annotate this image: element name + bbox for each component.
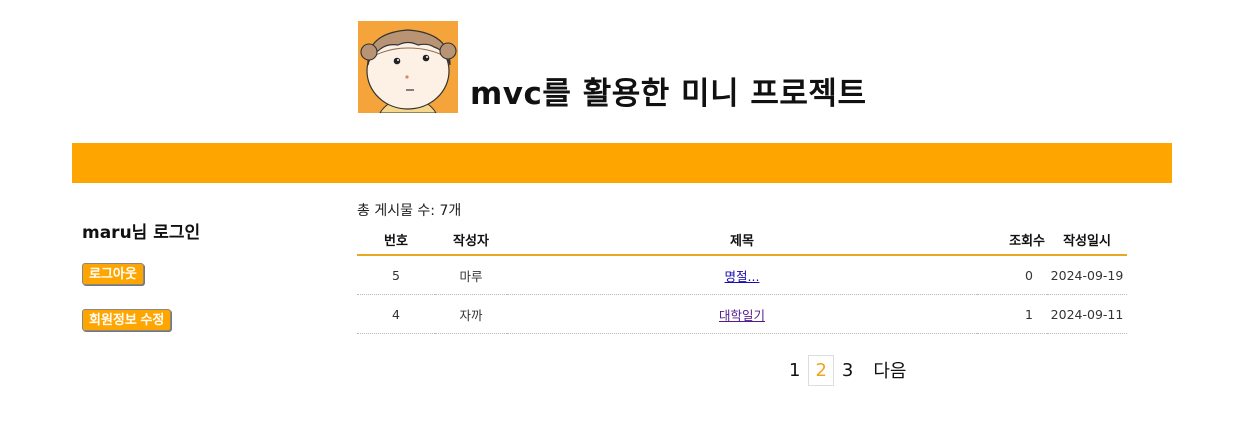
row-writer: 마루 bbox=[435, 255, 507, 295]
row-number: 4 bbox=[357, 294, 435, 334]
table-row: 4 자까 대학일기 1 2024-09-11 bbox=[357, 294, 1127, 334]
table-header-row: 번호 작성자 제목 조회수 작성일시 bbox=[357, 224, 1127, 256]
next-page-link[interactable]: 다음 bbox=[867, 357, 912, 383]
row-number: 5 bbox=[357, 255, 435, 295]
post-table: 번호 작성자 제목 조회수 작성일시 5 마루 명절... 0 2024-09-… bbox=[357, 224, 1127, 334]
page-link-1[interactable]: 1 bbox=[783, 360, 806, 381]
pagination: 1 2 3 다음 bbox=[783, 354, 912, 386]
post-title-link[interactable]: 대학일기 bbox=[719, 308, 765, 323]
row-writer: 자까 bbox=[435, 294, 507, 334]
column-header-title: 제목 bbox=[507, 224, 977, 256]
edit-profile-button[interactable]: 회원정보 수정 bbox=[82, 309, 172, 331]
row-title-cell: 대학일기 bbox=[507, 294, 977, 334]
table-row: 5 마루 명절... 0 2024-09-19 bbox=[357, 255, 1127, 295]
column-header-number: 번호 bbox=[357, 224, 435, 256]
post-count: 총 게시물 수: 7개 bbox=[357, 203, 462, 219]
row-views: 0 bbox=[977, 255, 1047, 295]
logout-button[interactable]: 로그아웃 bbox=[82, 263, 144, 285]
row-title-cell: 명절... bbox=[507, 255, 977, 295]
login-greeting: maru님 로그인 bbox=[82, 223, 201, 243]
column-header-views: 조회수 bbox=[977, 224, 1047, 256]
page-link-3[interactable]: 3 bbox=[836, 360, 859, 381]
page: mvc를 활용한 미니 프로젝트 maru님 로그인 로그아웃 회원정보 수정 … bbox=[0, 0, 1257, 429]
page-link-2-current[interactable]: 2 bbox=[808, 354, 834, 386]
row-date: 2024-09-11 bbox=[1047, 294, 1127, 334]
row-views: 1 bbox=[977, 294, 1047, 334]
orange-banner bbox=[72, 143, 1172, 183]
cartoon-face-icon bbox=[358, 21, 458, 113]
post-title-link[interactable]: 명절... bbox=[725, 269, 760, 284]
row-date: 2024-09-19 bbox=[1047, 255, 1127, 295]
column-header-writer: 작성자 bbox=[435, 224, 507, 256]
site-title: mvc를 활용한 미니 프로젝트 bbox=[470, 76, 867, 112]
column-header-date: 작성일시 bbox=[1047, 224, 1127, 256]
